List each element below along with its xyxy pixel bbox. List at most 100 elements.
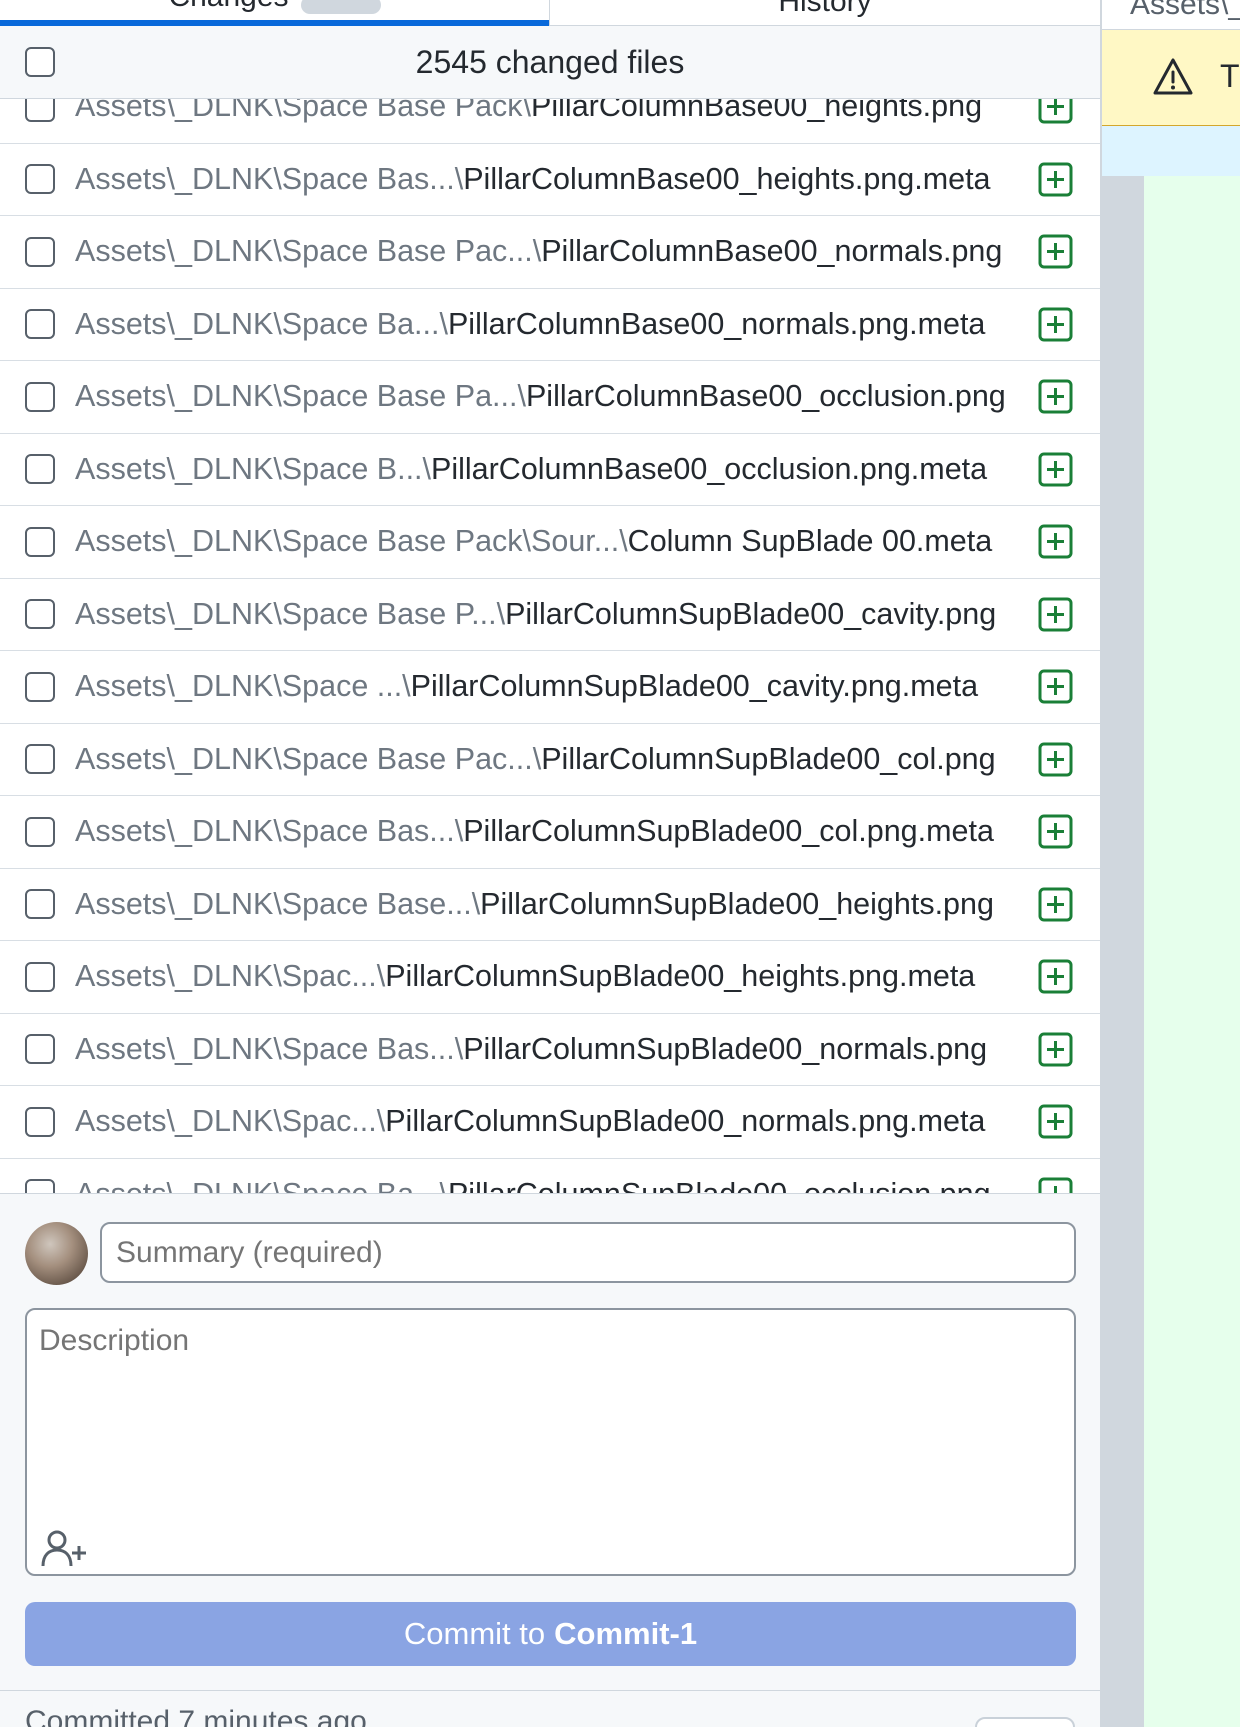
last-commit-text: Committed 7 minutes ago: [25, 1705, 367, 1727]
file-directory: Assets\_DLNK\Space Bas...\: [75, 814, 464, 849]
tab-history-label: History: [778, 0, 872, 18]
file-checkbox[interactable]: [25, 381, 55, 412]
changes-count-badge: [300, 0, 381, 14]
file-name: PillarColumnSupBlade00_normals.png: [463, 1031, 988, 1066]
file-checkbox[interactable]: [25, 309, 55, 340]
tab-changes[interactable]: Changes: [0, 0, 549, 26]
file-checkbox[interactable]: [25, 1106, 55, 1137]
file-checkbox[interactable]: [25, 744, 55, 775]
file-row[interactable]: Assets\_DLNK\Space Base Pack\PillarColum…: [0, 99, 1100, 144]
changes-pane: Changes History 2545 changed files Asset…: [0, 0, 1100, 1727]
file-directory: Assets\_DLNK\Spac...\: [75, 1104, 386, 1139]
file-checkbox[interactable]: [25, 816, 55, 847]
file-path: Assets\_DLNK\Space Base Pa...\PillarColu…: [75, 379, 1038, 414]
diff-warning-text: Th: [1220, 58, 1240, 94]
file-row[interactable]: Assets\_DLNK\Space Bas...\PillarColumnSu…: [0, 1013, 1100, 1086]
file-path: Assets\_DLNK\Space B...\PillarColumnBase…: [75, 452, 1038, 487]
avatar: [25, 1222, 88, 1285]
file-checkbox[interactable]: [25, 454, 55, 485]
file-directory: Assets\_DLNK\Space Base Pack\: [75, 99, 532, 124]
file-checkbox[interactable]: [25, 1034, 55, 1065]
file-checkbox[interactable]: [25, 961, 55, 992]
file-path: Assets\_DLNK\Space Ba...\PillarColumnBas…: [75, 307, 1038, 342]
file-checkbox[interactable]: [25, 1179, 55, 1193]
file-directory: Assets\_DLNK\Space Ba...\: [75, 306, 448, 341]
file-row[interactable]: Assets\_DLNK\Space Ba...\PillarColumnSup…: [0, 1158, 1100, 1193]
file-path: Assets\_DLNK\Space ...\PillarColumnSupBl…: [75, 669, 1038, 704]
file-directory: Assets\_DLNK\Space ...\: [75, 669, 411, 704]
file-added-icon: [1038, 162, 1073, 197]
file-row[interactable]: Assets\_DLNK\Space Ba...\PillarColumnBas…: [0, 288, 1100, 361]
file-added-icon: [1038, 234, 1073, 269]
tab-history[interactable]: History: [549, 0, 1100, 26]
file-row[interactable]: Assets\_DLNK\Space Base Pa...\PillarColu…: [0, 361, 1100, 434]
changed-files-list-inner: Assets\_DLNK\Space Base Pack\ PillarColum…: [0, 99, 1100, 1193]
file-directory: Assets\_DLNK\Space Bas...\: [75, 161, 464, 196]
changed-files-header: 2545 changed files: [0, 26, 1100, 99]
file-checkbox[interactable]: [25, 164, 55, 195]
file-added-icon: [1038, 1032, 1073, 1067]
changed-files-list[interactable]: Assets\_DLNK\Space Base Pack\ PillarColum…: [0, 99, 1100, 1193]
file-added-icon: [1038, 379, 1073, 414]
file-path: Assets\_DLNK\Space Base Pac...\PillarCol…: [75, 234, 1038, 269]
diff-pane: Assets\_ Th: [1100, 0, 1240, 1727]
file-checkbox[interactable]: [25, 599, 55, 630]
add-coauthor-icon[interactable]: [41, 1528, 89, 1568]
diff-added-lines: [1144, 176, 1240, 1727]
file-path: Assets\_DLNK\Space Bas...\PillarColumnSu…: [75, 814, 1038, 849]
file-directory: Assets\_DLNK\Space B...\: [75, 451, 431, 486]
commit-panel: Commit to Commit-1: [0, 1193, 1100, 1693]
file-path: Assets\_DLNK\Space Ba...\PillarColumnSup…: [75, 1177, 1038, 1193]
diff-hunk-header: [1102, 126, 1240, 176]
last-commit-bar: Committed 7 minutes ago: [0, 1690, 1100, 1727]
undo-button[interactable]: [975, 1717, 1075, 1727]
file-added-icon: [1038, 524, 1073, 559]
file-path: Assets\_DLNK\Spac...\PillarColumnSupBlad…: [75, 1104, 1038, 1139]
app-window: Changes History 2545 changed files Asset…: [0, 0, 1240, 1727]
file-row[interactable]: Assets\_DLNK\Space ...\PillarColumnSupBl…: [0, 651, 1100, 724]
tab-changes-label: Changes: [168, 0, 288, 14]
file-name: PillarColumnSupBlade00_col.png: [541, 741, 996, 776]
file-added-icon: [1038, 887, 1073, 922]
file-name: PillarColumnBase00_normals.png: [541, 234, 1003, 269]
file-row[interactable]: Assets\_DLNK\Spac...\PillarColumnSupBlad…: [0, 1086, 1100, 1159]
file-path: Assets\_DLNK\Space Bas...\PillarColumnSu…: [75, 1032, 1038, 1067]
file-added-icon: [1038, 307, 1073, 342]
file-checkbox[interactable]: [25, 671, 55, 702]
file-directory: Assets\_DLNK\Space Base Pack\Sour...\: [75, 524, 628, 559]
file-row[interactable]: Assets\_DLNK\Space Base...\PillarColumnS…: [0, 868, 1100, 941]
file-checkbox[interactable]: [25, 889, 55, 920]
file-checkbox[interactable]: [25, 236, 55, 267]
file-row[interactable]: Assets\_DLNK\Space Base Pac...\PillarCol…: [0, 216, 1100, 289]
file-row[interactable]: Assets\_DLNK\Spac...\PillarColumnSupBlad…: [0, 941, 1100, 1014]
file-added-icon: [1038, 959, 1073, 994]
diff-warning-banner: Th: [1102, 30, 1240, 126]
file-directory: Assets\_DLNK\Spac...\: [75, 959, 386, 994]
file-added-icon: [1038, 597, 1073, 632]
file-path: Assets\_DLNK\Space Base Pack\PillarColum…: [75, 99, 1038, 124]
file-name: PillarColumnBase00_heights.png.meta: [463, 161, 991, 196]
description-field: [25, 1308, 1076, 1576]
file-checkbox[interactable]: [25, 99, 55, 122]
file-name: PillarColumnSupBlade00_heights.png: [480, 886, 994, 921]
file-directory: Assets\_DLNK\Space Base Pac...\: [75, 234, 542, 269]
file-name: PillarColumnSupBlade00_occlusion.png: [448, 1177, 991, 1193]
file-path: Assets\_DLNK\Space Base P...\PillarColum…: [75, 597, 1038, 632]
file-row[interactable]: Assets\_DLNK\Space Base Pack\Sour...\Col…: [0, 506, 1100, 579]
file-row[interactable]: Assets\_DLNK\Space Base Pac...\PillarCol…: [0, 723, 1100, 796]
file-name: PillarColumnSupBlade00_normals.png.meta: [385, 1104, 986, 1139]
file-directory: Assets\_DLNK\Space Bas...\: [75, 1031, 464, 1066]
file-row[interactable]: Assets\_DLNK\Space B...\PillarColumnBase…: [0, 433, 1100, 506]
diff-file-path: Assets\_: [1130, 0, 1240, 21]
file-checkbox[interactable]: [25, 526, 55, 557]
warning-icon: [1153, 58, 1193, 95]
file-row[interactable]: Assets\_DLNK\Space Bas...\PillarColumnBa…: [0, 143, 1100, 216]
file-row[interactable]: Assets\_DLNK\Space Base P...\PillarColum…: [0, 578, 1100, 651]
summary-input[interactable]: [100, 1222, 1076, 1283]
file-path: Assets\_DLNK\Spac...\PillarColumnSupBlad…: [75, 959, 1038, 994]
file-directory: Assets\_DLNK\Space Base Pa...\: [75, 379, 526, 414]
commit-button-prefix: Commit to: [403, 1616, 546, 1651]
description-input[interactable]: [39, 1324, 1059, 1504]
commit-button[interactable]: Commit to Commit-1: [25, 1602, 1076, 1666]
file-row[interactable]: Assets\_DLNK\Space Bas...\PillarColumnSu…: [0, 796, 1100, 869]
